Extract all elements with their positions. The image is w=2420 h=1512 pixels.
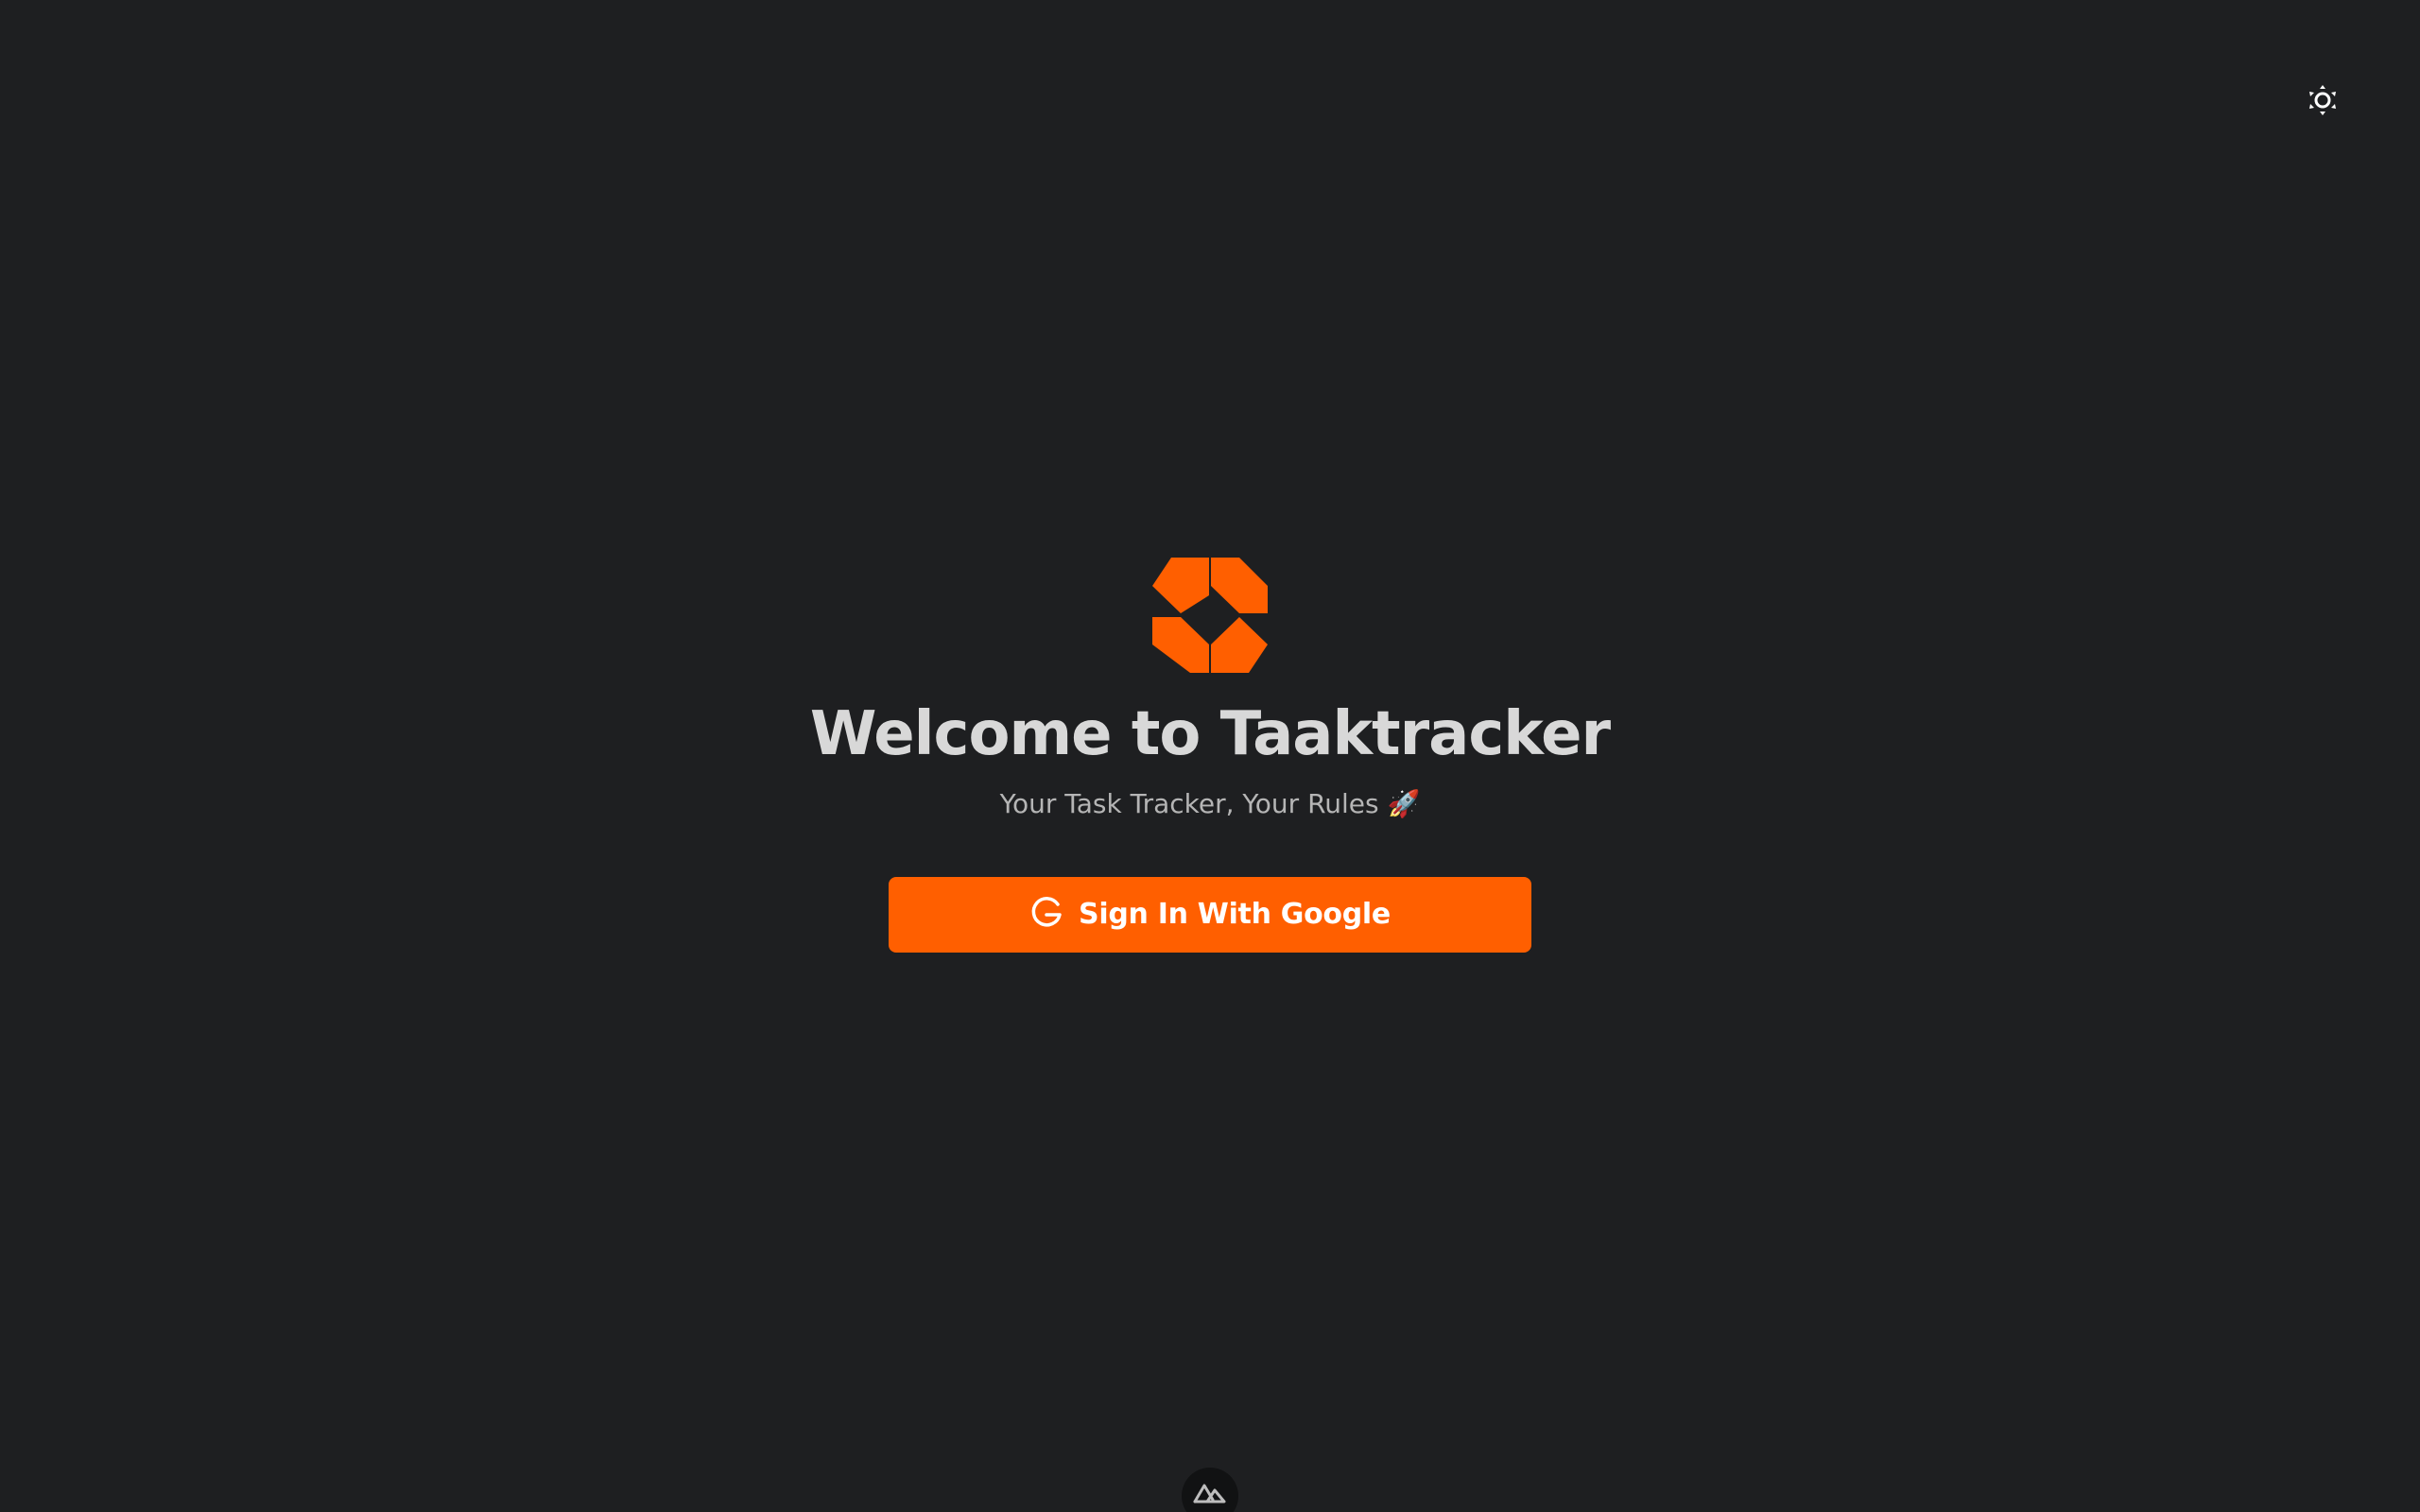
welcome-section: Welcome to Taaktracker Your Task Tracker…: [0, 558, 2420, 953]
page-title: Welcome to Taaktracker: [809, 699, 1611, 769]
nuxt-icon: [1192, 1481, 1228, 1509]
taaktracker-logo-icon: [1152, 558, 1268, 673]
theme-toggle-button[interactable]: [2304, 83, 2342, 121]
sign-in-with-google-button[interactable]: Sign In With Google: [889, 876, 1531, 953]
nuxt-devtools-button[interactable]: [1182, 1468, 1238, 1512]
google-icon: [1029, 896, 1063, 934]
page-subtitle: Your Task Tracker, Your Rules 🚀: [999, 788, 1421, 820]
sign-in-button-label: Sign In With Google: [1079, 898, 1391, 932]
sun-icon: [2307, 84, 2339, 120]
login-page: Welcome to Taaktracker Your Task Tracker…: [0, 0, 2420, 1512]
